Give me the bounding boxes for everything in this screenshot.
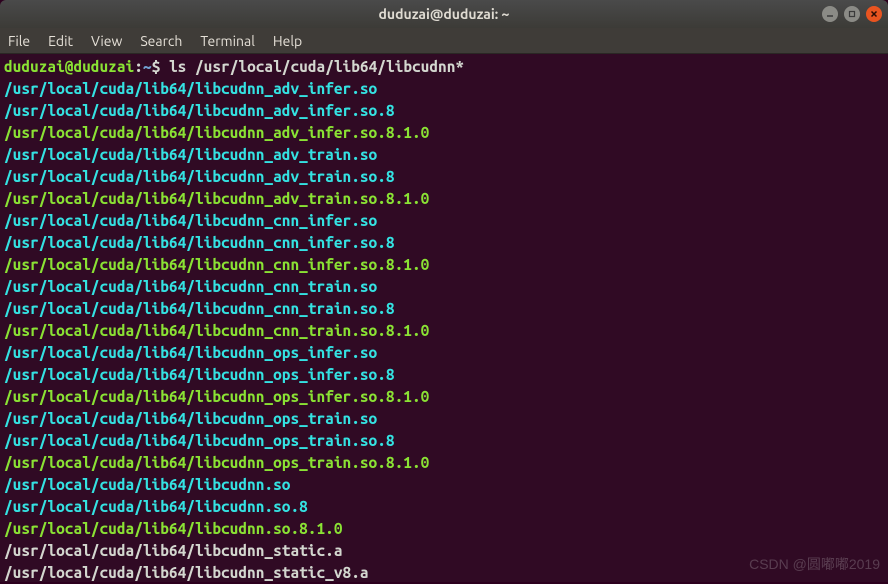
output-line: /usr/local/cuda/lib64/libcudnn_adv_infer… [4, 78, 884, 100]
output-line: /usr/local/cuda/lib64/libcudnn.so [4, 474, 884, 496]
prompt-path: ~ [143, 58, 152, 75]
output-line: /usr/local/cuda/lib64/libcudnn_adv_infer… [4, 100, 884, 122]
output-line: /usr/local/cuda/lib64/libcudnn_cnn_train… [4, 298, 884, 320]
output-line: /usr/local/cuda/lib64/libcudnn.so.8 [4, 496, 884, 518]
menu-file[interactable]: File [8, 33, 30, 49]
menu-view[interactable]: View [91, 33, 122, 49]
output-line: /usr/local/cuda/lib64/libcudnn_cnn_infer… [4, 210, 884, 232]
output-line: /usr/local/cuda/lib64/libcudnn_ops_infer… [4, 342, 884, 364]
output-line: /usr/local/cuda/lib64/libcudnn_ops_train… [4, 452, 884, 474]
menu-terminal[interactable]: Terminal [200, 33, 255, 49]
terminal-area[interactable]: duduzai@duduzai:~$ ls /usr/local/cuda/li… [0, 54, 888, 582]
output-line: /usr/local/cuda/lib64/libcudnn_cnn_train… [4, 276, 884, 298]
prompt-dollar: $ [152, 58, 169, 75]
output-line: /usr/local/cuda/lib64/libcudnn_adv_infer… [4, 122, 884, 144]
output-line: /usr/local/cuda/lib64/libcudnn.so.8.1.0 [4, 518, 884, 540]
terminal-output: /usr/local/cuda/lib64/libcudnn_adv_infer… [4, 78, 884, 584]
output-line: /usr/local/cuda/lib64/libcudnn_ops_train… [4, 430, 884, 452]
titlebar: duduzai@duduzai: ~ [0, 0, 888, 28]
menubar: File Edit View Search Terminal Help [0, 28, 888, 54]
output-line: /usr/local/cuda/lib64/libcudnn_adv_train… [4, 188, 884, 210]
output-line: /usr/local/cuda/lib64/libcudnn_ops_infer… [4, 364, 884, 386]
minimize-button[interactable] [822, 6, 838, 22]
output-line: /usr/local/cuda/lib64/libcudnn_cnn_train… [4, 320, 884, 342]
output-line: /usr/local/cuda/lib64/libcudnn_ops_infer… [4, 386, 884, 408]
output-line: /usr/local/cuda/lib64/libcudnn_cnn_infer… [4, 254, 884, 276]
close-button[interactable] [866, 6, 882, 22]
output-line: /usr/local/cuda/lib64/libcudnn_cnn_infer… [4, 232, 884, 254]
prompt-line: duduzai@duduzai:~$ ls /usr/local/cuda/li… [4, 56, 884, 78]
output-line: /usr/local/cuda/lib64/libcudnn_adv_train… [4, 144, 884, 166]
menu-search[interactable]: Search [140, 33, 182, 49]
output-line: /usr/local/cuda/lib64/libcudnn_adv_train… [4, 166, 884, 188]
maximize-button[interactable] [844, 6, 860, 22]
output-line: /usr/local/cuda/lib64/libcudnn_ops_train… [4, 408, 884, 430]
watermark: CSDN @圆嘟嘟2019 [749, 554, 880, 574]
menu-edit[interactable]: Edit [48, 33, 73, 49]
prompt-colon: : [134, 58, 143, 75]
command-text: ls /usr/local/cuda/lib64/libcudnn* [169, 58, 464, 75]
window-controls [822, 6, 882, 22]
menu-help[interactable]: Help [273, 33, 302, 49]
window-title: duduzai@duduzai: ~ [379, 6, 510, 22]
prompt-user-host: duduzai@duduzai [4, 58, 134, 75]
